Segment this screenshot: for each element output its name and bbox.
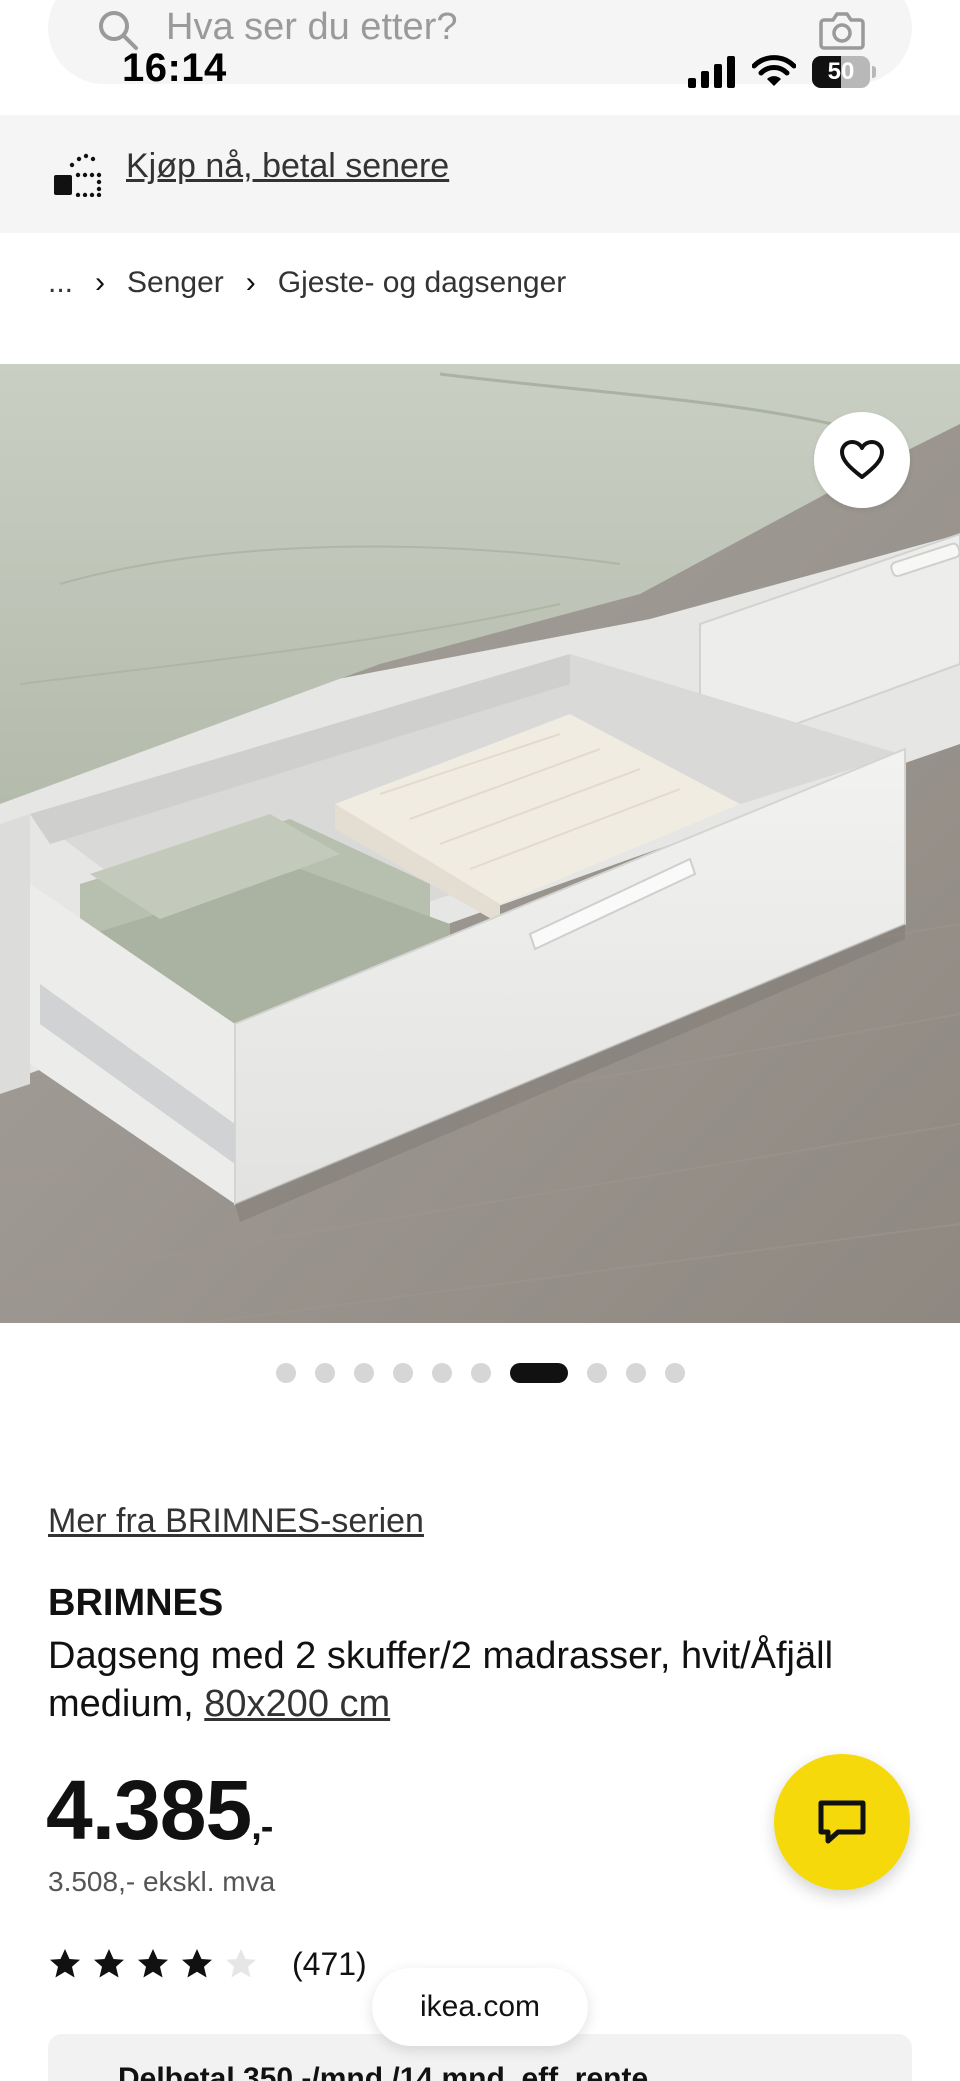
- installment-text: Delbetal 350,-/mnd /14 mnd, eff. rente: [118, 2062, 649, 2081]
- search-input[interactable]: Hva ser du etter?: [166, 6, 457, 49]
- star-filled-icon: [138, 1949, 168, 1978]
- carousel-dot[interactable]: [470, 1363, 491, 1383]
- carousel-dot[interactable]: [664, 1363, 685, 1383]
- heart-icon: [840, 440, 884, 479]
- breadcrumb-ellipsis[interactable]: ...: [48, 266, 73, 300]
- chevron-right-icon: ›: [95, 266, 106, 299]
- series-link[interactable]: Mer fra BRIMNES-serien: [48, 1502, 424, 1541]
- camera-icon[interactable]: [818, 8, 866, 52]
- carousel-dot[interactable]: [392, 1363, 413, 1383]
- chevron-right-icon: ›: [245, 266, 256, 299]
- rating-count[interactable]: (471): [292, 1946, 367, 1983]
- favorite-button[interactable]: [814, 412, 910, 508]
- price-suffix: ,-: [251, 1806, 273, 1848]
- carousel-dot[interactable]: [431, 1363, 452, 1383]
- carousel-indicator[interactable]: [0, 1362, 960, 1384]
- star-filled-icon: [94, 1949, 124, 1978]
- status-time: 16:14: [122, 46, 227, 90]
- product-price: 4.385,-: [46, 1762, 273, 1859]
- battery-indicator: 50: [812, 56, 876, 88]
- product-image[interactable]: [0, 364, 960, 1323]
- chat-bubble-icon: [818, 1800, 866, 1844]
- breadcrumb-item-senger[interactable]: Senger: [127, 266, 224, 300]
- star-empty-icon: [226, 1949, 256, 1978]
- browser-url-pill[interactable]: ikea.com: [372, 1968, 588, 2046]
- carousel-dot[interactable]: [314, 1363, 335, 1383]
- product-description-text: Dagseng med 2 skuffer/2 madrasser, hvit/…: [48, 1635, 834, 1725]
- product-photo: [0, 364, 960, 1323]
- breadcrumb-item-gjestesenger[interactable]: Gjeste- og dagsenger: [278, 266, 567, 300]
- price-value: 4.385: [46, 1763, 252, 1857]
- browser-url: ikea.com: [419, 1990, 541, 2023]
- wifi-icon: [752, 55, 796, 86]
- battery-level: 50: [827, 58, 855, 85]
- top-bar: Hva ser du etter? 16:14 50: [0, 0, 960, 115]
- price-ex-vat: 3.508,- ekskl. mva: [48, 1866, 276, 1897]
- product-brand: BRIMNES: [48, 1582, 224, 1624]
- bnpl-link[interactable]: Kjøp nå, betal senere: [126, 147, 449, 186]
- carousel-dot[interactable]: [586, 1363, 607, 1383]
- carousel-dot[interactable]: [509, 1363, 568, 1383]
- star-filled-icon: [182, 1949, 212, 1978]
- size-link[interactable]: 80x200 cm: [204, 1683, 390, 1725]
- breadcrumb: ... › Senger › Gjeste- og dagsenger: [48, 262, 566, 304]
- cellular-signal-icon: [688, 56, 735, 88]
- rating-stars: [48, 1947, 268, 1981]
- star-filled-icon: [50, 1949, 80, 1978]
- carousel-dot[interactable]: [353, 1363, 374, 1383]
- payment-basket-icon: [54, 153, 102, 197]
- carousel-dot[interactable]: [625, 1363, 646, 1383]
- bnpl-banner: Kjøp nå, betal senere: [0, 115, 960, 233]
- product-description: Dagseng med 2 skuffer/2 madrasser, hvit/…: [48, 1632, 928, 1728]
- carousel-dot[interactable]: [275, 1363, 296, 1383]
- product-rating[interactable]: (471): [48, 1944, 367, 1984]
- chat-button[interactable]: [774, 1754, 910, 1890]
